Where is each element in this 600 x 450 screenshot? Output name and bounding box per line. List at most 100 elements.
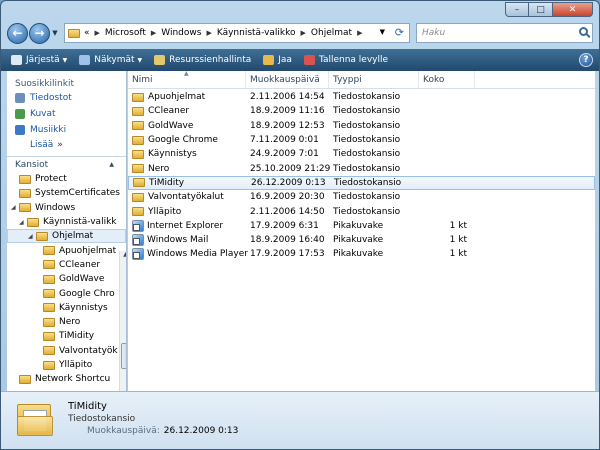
- file-row[interactable]: Windows Media Player 17.9.2009 17:53 Pikak…: [128, 247, 595, 261]
- search-input[interactable]: Haku: [416, 23, 593, 43]
- navpane-scrollbar[interactable]: ▲ ▼: [119, 251, 126, 391]
- file-rows: Apuohjelmat 2.11.2006 14:54 Tiedostokansio…: [128, 89, 595, 262]
- toolbar-näkymät-button[interactable]: Näkymät ▼: [79, 55, 142, 65]
- file-name-cell: Windows Media Player: [128, 248, 248, 261]
- toolbar-järjestä-button[interactable]: Järjestä ▼: [11, 55, 67, 65]
- file-date: 25.10.2009 21:29: [250, 163, 331, 174]
- column-date[interactable]: Muokkauspäivä: [246, 71, 329, 88]
- folder-icon: [132, 192, 144, 202]
- file-date: 2.11.2006 14:50: [250, 206, 325, 217]
- file-date: 18.9.2009 16:40: [250, 235, 325, 246]
- breadcrumb-item[interactable]: Microsoft: [105, 28, 146, 38]
- address-dropdown-icon[interactable]: ▼: [380, 28, 385, 36]
- folder-icon: [132, 121, 144, 131]
- breadcrumb: « ▶ Microsoft ▶ Windows ▶ Käynnistä-valikko ▶ O…: [84, 28, 367, 38]
- file-name: Google Chrome: [148, 135, 218, 146]
- scrollbar-thumb[interactable]: [121, 343, 126, 369]
- file-row[interactable]: CCleaner 18.9.2009 11:16 Tiedostokansio: [128, 104, 595, 118]
- views-icon: [79, 55, 91, 65]
- column-size[interactable]: Koko: [419, 71, 475, 88]
- file-row[interactable]: Google Chrome 7.11.2009 0:01 Tiedostokansi…: [128, 133, 595, 147]
- chevron-right-icon[interactable]: ▶: [206, 29, 211, 37]
- tree-item[interactable]: GoldWave: [7, 272, 126, 286]
- tree-item[interactable]: Protect: [7, 172, 126, 186]
- tree-item[interactable]: SystemCertificates: [7, 186, 126, 200]
- column-type[interactable]: Tyyppi: [329, 71, 419, 88]
- folder-tree: Protect SystemCertificates ◢ Windows ◢ Käynni…: [7, 172, 126, 386]
- file-row[interactable]: Internet Explorer 17.9.2009 6:31 Pikakuvak…: [128, 219, 595, 233]
- chevron-right-icon[interactable]: ▶: [95, 29, 100, 37]
- file-row[interactable]: Nero 25.10.2009 21:29 Tiedostokansio: [128, 161, 595, 175]
- file-name: Nero: [148, 163, 170, 174]
- breadcrumb-overflow[interactable]: «: [84, 28, 90, 38]
- maximize-button[interactable]: □: [529, 2, 553, 17]
- minimize-button[interactable]: –: [505, 2, 529, 17]
- file-name: TiMidity: [149, 177, 185, 188]
- breadcrumb-item[interactable]: Käynnistä-valikko: [217, 28, 296, 38]
- tree-item[interactable]: ◢ Windows: [7, 201, 126, 215]
- address-bar[interactable]: « ▶ Microsoft ▶ Windows ▶ Käynnistä-valikko ▶ O…: [64, 23, 410, 43]
- tree-item[interactable]: Nero: [7, 315, 126, 329]
- explorer-icon: [154, 55, 166, 65]
- folders-heading[interactable]: Kansiot ▲: [7, 156, 126, 172]
- folder-icon: [43, 274, 55, 284]
- file-row[interactable]: Apuohjelmat 2.11.2006 14:54 Tiedostokansio: [128, 90, 595, 104]
- forward-button[interactable]: →: [29, 22, 50, 44]
- folder-icon: [68, 28, 80, 38]
- expand-icon[interactable]: ◢: [19, 219, 27, 226]
- tree-item[interactable]: Käynnistys: [7, 301, 126, 315]
- tree-item[interactable]: Google Chro: [7, 286, 126, 300]
- file-list: ▲ Nimi Muokkauspäivä Tyyppi Koko Apuohje…: [128, 71, 595, 391]
- chevron-right-icon[interactable]: ▶: [301, 29, 306, 37]
- tree-item-label: SystemCertificates: [35, 188, 120, 199]
- tree-item[interactable]: CCleaner: [7, 258, 126, 272]
- chevron-right-icon[interactable]: ▶: [357, 29, 362, 37]
- favorite-link[interactable]: Kuvat: [7, 105, 126, 121]
- tree-item[interactable]: Network Shortcu: [7, 372, 126, 386]
- favorite-link[interactable]: Musiikki: [7, 121, 126, 137]
- toolbar-jaa-button[interactable]: Jaa: [263, 55, 292, 65]
- tree-item[interactable]: ◢ Ohjelmat: [7, 229, 126, 244]
- details-pane: TiMidity Tiedostokansio Muokkauspäivä: 26…: [1, 391, 599, 449]
- file-date: 18.9.2009 12:53: [250, 120, 325, 131]
- organize-icon: [11, 55, 22, 65]
- refresh-icon[interactable]: ⟳: [395, 26, 404, 39]
- file-row[interactable]: TiMidity 26.12.2009 0:13 Tiedostokansio: [128, 175, 595, 191]
- file-row[interactable]: Windows Mail 18.9.2009 16:40 Pikakuvake 1 k…: [128, 233, 595, 247]
- breadcrumb-item[interactable]: Windows: [161, 28, 201, 38]
- file-type: Tiedostokansio: [333, 92, 401, 103]
- file-type: Tiedostokansio: [333, 206, 401, 217]
- tree-item[interactable]: Valvontatyök: [7, 344, 126, 358]
- help-button[interactable]: ?: [579, 53, 593, 67]
- tree-item[interactable]: TiMidity: [7, 329, 126, 343]
- folder-icon: [43, 246, 55, 256]
- tree-item-label: TiMidity: [59, 331, 95, 342]
- recent-pages-dropdown[interactable]: ▼: [50, 29, 60, 37]
- more-link[interactable]: Lisää»: [7, 137, 126, 150]
- tree-item[interactable]: Ylläpito: [7, 358, 126, 372]
- file-row[interactable]: Ylläpito 2.11.2006 14:50 Tiedostokansio: [128, 204, 595, 218]
- folder-icon: [19, 374, 31, 384]
- details-date: Muokkauspäivä: 26.12.2009 0:13: [87, 426, 238, 436]
- chevron-right-icon[interactable]: ▶: [151, 29, 156, 37]
- folder-icon: [43, 317, 55, 327]
- tree-item[interactable]: ◢ Käynnistä-valikk: [7, 215, 126, 229]
- file-date: 17.9.2009 17:53: [250, 249, 325, 260]
- back-button[interactable]: ←: [7, 22, 28, 44]
- expand-icon[interactable]: ◢: [11, 204, 19, 211]
- breadcrumb-item[interactable]: Ohjelmat: [311, 28, 352, 38]
- file-row[interactable]: Käynnistys 24.9.2009 7:01 Tiedostokansio: [128, 147, 595, 161]
- close-button[interactable]: ✕: [553, 2, 593, 17]
- folder-icon: [43, 331, 55, 341]
- search-icon[interactable]: [579, 27, 588, 36]
- file-row[interactable]: Valvontatyökalut 16.9.2009 20:30 Tiedostok…: [128, 190, 595, 204]
- file-name: Ylläpito: [148, 206, 182, 217]
- expand-icon[interactable]: ◢: [28, 233, 36, 240]
- toolbar-tallenna-levylle-button[interactable]: Tallenna levylle: [303, 55, 388, 65]
- tree-item[interactable]: Apuohjelmat: [7, 243, 126, 257]
- file-row[interactable]: GoldWave 18.9.2009 12:53 Tiedostokansio: [128, 119, 595, 133]
- toolbar-resurssienhallinta-button[interactable]: Resurssienhallinta: [154, 55, 251, 65]
- favorite-link[interactable]: Tiedostot: [7, 89, 126, 105]
- folder-icon: [132, 164, 144, 174]
- scroll-up-icon[interactable]: ▲: [120, 251, 126, 263]
